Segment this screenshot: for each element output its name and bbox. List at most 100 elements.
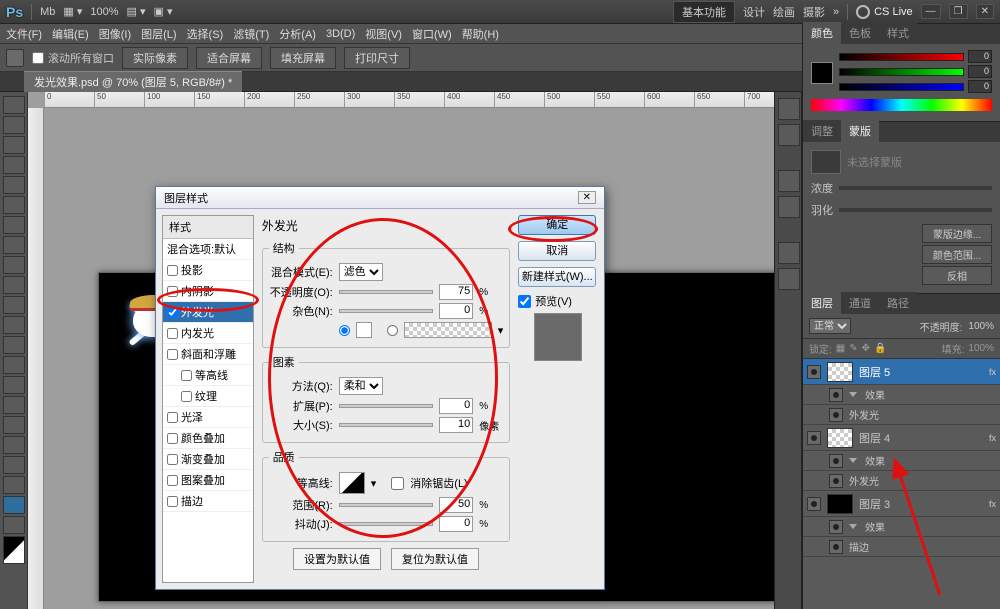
g-slider[interactable] xyxy=(839,68,964,76)
contour-picker[interactable] xyxy=(339,472,365,494)
lasso-tool[interactable] xyxy=(3,136,25,154)
noise-value[interactable]: 0 xyxy=(439,303,473,319)
hand-tool[interactable] xyxy=(3,496,25,514)
cancel-button[interactable]: 取消 xyxy=(518,241,596,261)
new-style-button[interactable]: 新建样式(W)... xyxy=(518,267,596,287)
menu-select[interactable]: 选择(S) xyxy=(187,26,224,42)
zoom-tool[interactable] xyxy=(3,516,25,534)
history-brush-tool[interactable] xyxy=(3,276,25,294)
fg-bg-swatch[interactable] xyxy=(3,536,25,564)
style-list-header[interactable]: 样式 xyxy=(163,216,253,239)
lock-icon[interactable]: ▦ xyxy=(836,343,845,354)
view-icon[interactable]: ▤ ▾ xyxy=(127,5,146,18)
spread-slider[interactable] xyxy=(339,404,434,408)
opacity-value[interactable]: 100% xyxy=(968,321,994,332)
set-default-button[interactable]: 设置为默认值 xyxy=(293,548,381,570)
layer-effect-outer-glow[interactable]: 外发光 xyxy=(803,405,1000,425)
shape-tool[interactable] xyxy=(3,436,25,454)
visibility-icon[interactable] xyxy=(807,365,821,379)
tab-layers[interactable]: 图层 xyxy=(803,292,841,314)
layer-effect-outer-glow[interactable]: 外发光 xyxy=(803,471,1000,491)
dock-icon[interactable] xyxy=(778,268,800,290)
win-max[interactable]: ❐ xyxy=(949,4,968,19)
fit-screen-button[interactable]: 适合屏幕 xyxy=(196,47,262,69)
workspace-design[interactable]: 设计 xyxy=(743,4,765,20)
visibility-icon[interactable] xyxy=(829,454,843,468)
lock-icon[interactable]: ✥ xyxy=(862,343,870,354)
workspace-basic[interactable]: 基本功能 xyxy=(673,1,735,23)
menu-window[interactable]: 窗口(W) xyxy=(412,26,452,42)
dialog-close-button[interactable]: ✕ xyxy=(578,191,596,204)
blend-mode-select[interactable]: 正常 xyxy=(809,318,851,334)
tab-adjust[interactable]: 调整 xyxy=(803,120,841,142)
dock-icon[interactable] xyxy=(778,196,800,218)
workspace-photo[interactable]: 摄影 xyxy=(803,4,825,20)
mb-icon[interactable]: Mb xyxy=(40,6,55,18)
document-tab[interactable]: 发光效果.psd @ 70% (图层 5, RGB/8#) * xyxy=(24,71,242,92)
range-slider[interactable] xyxy=(339,503,434,507)
screen-icon[interactable]: ▣ ▾ xyxy=(154,5,173,18)
eraser-tool[interactable] xyxy=(3,296,25,314)
type-tool[interactable] xyxy=(3,396,25,414)
spread-value[interactable]: 0 xyxy=(439,398,473,414)
b-value[interactable]: 0 xyxy=(968,80,992,93)
layer-effect-stroke[interactable]: 描边 xyxy=(803,537,1000,557)
workspace-draw[interactable]: 绘画 xyxy=(773,4,795,20)
layer-effects[interactable]: 效果 xyxy=(803,385,1000,405)
visibility-icon[interactable] xyxy=(807,497,821,511)
visibility-icon[interactable] xyxy=(829,540,843,554)
tab-channels[interactable]: 通道 xyxy=(841,292,879,314)
tab-paths[interactable]: 路径 xyxy=(879,292,917,314)
menu-3d[interactable]: 3D(D) xyxy=(326,28,355,40)
menu-filter[interactable]: 滤镜(T) xyxy=(233,26,269,42)
color-overlay[interactable]: 颜色叠加 xyxy=(163,428,253,449)
texture[interactable]: 纹理 xyxy=(163,386,253,407)
layer-effects[interactable]: 效果 xyxy=(803,451,1000,471)
visibility-icon[interactable] xyxy=(829,474,843,488)
stroke-style[interactable]: 描边 xyxy=(163,491,253,512)
color-radio[interactable] xyxy=(339,325,350,336)
print-size-button[interactable]: 打印尺寸 xyxy=(344,47,410,69)
brush-tool[interactable] xyxy=(3,236,25,254)
b-slider[interactable] xyxy=(839,83,964,91)
actual-pixels-button[interactable]: 实际像素 xyxy=(122,47,188,69)
lock-icon[interactable]: ✎ xyxy=(849,343,857,354)
heal-tool[interactable] xyxy=(3,216,25,234)
lock-icon[interactable]: 🔒 xyxy=(874,343,886,354)
noise-slider[interactable] xyxy=(339,309,434,313)
technique-select[interactable]: 柔和 xyxy=(339,377,383,395)
crop-tool[interactable] xyxy=(3,176,25,194)
tab-mask[interactable]: 蒙版 xyxy=(841,120,879,142)
gradient-radio[interactable] xyxy=(387,325,398,336)
menu-layer[interactable]: 图层(L) xyxy=(141,26,176,42)
opacity-slider[interactable] xyxy=(339,290,434,294)
tab-styles[interactable]: 样式 xyxy=(879,22,917,44)
dock-icon[interactable] xyxy=(778,242,800,264)
anti-alias-checkbox[interactable] xyxy=(391,477,404,490)
layer-row[interactable]: 图层 5fx xyxy=(803,359,1000,385)
workspace-more[interactable]: » xyxy=(833,6,839,18)
spectrum-bar[interactable] xyxy=(811,99,992,111)
visibility-icon[interactable] xyxy=(829,408,843,422)
mask-edge-button[interactable]: 蒙版边缘... xyxy=(922,224,992,243)
menu-view[interactable]: 视图(V) xyxy=(365,26,402,42)
inner-shadow[interactable]: 内阴影 xyxy=(163,281,253,302)
preview-checkbox[interactable]: 预览(V) xyxy=(518,293,598,309)
eyedropper-tool[interactable] xyxy=(3,196,25,214)
opacity-value[interactable]: 75 xyxy=(439,284,473,300)
size-slider[interactable] xyxy=(339,423,434,427)
invert-button[interactable]: 反相 xyxy=(922,266,992,285)
doc-layout-icon[interactable]: ▦ ▾ xyxy=(63,5,82,18)
wand-tool[interactable] xyxy=(3,156,25,174)
blur-tool[interactable] xyxy=(3,336,25,354)
tab-swatches[interactable]: 色板 xyxy=(841,22,879,44)
win-min[interactable]: — xyxy=(921,4,941,19)
zoom-value[interactable]: 100% xyxy=(90,6,118,18)
scroll-all-checkbox[interactable]: 滚动所有窗口 xyxy=(32,50,114,66)
contour[interactable]: 等高线 xyxy=(163,365,253,386)
layer-row[interactable]: 图层 4fx xyxy=(803,425,1000,451)
size-value[interactable]: 10 xyxy=(439,417,473,433)
menu-help[interactable]: 帮助(H) xyxy=(462,26,499,42)
marquee-tool[interactable] xyxy=(3,116,25,134)
pen-tool[interactable] xyxy=(3,376,25,394)
